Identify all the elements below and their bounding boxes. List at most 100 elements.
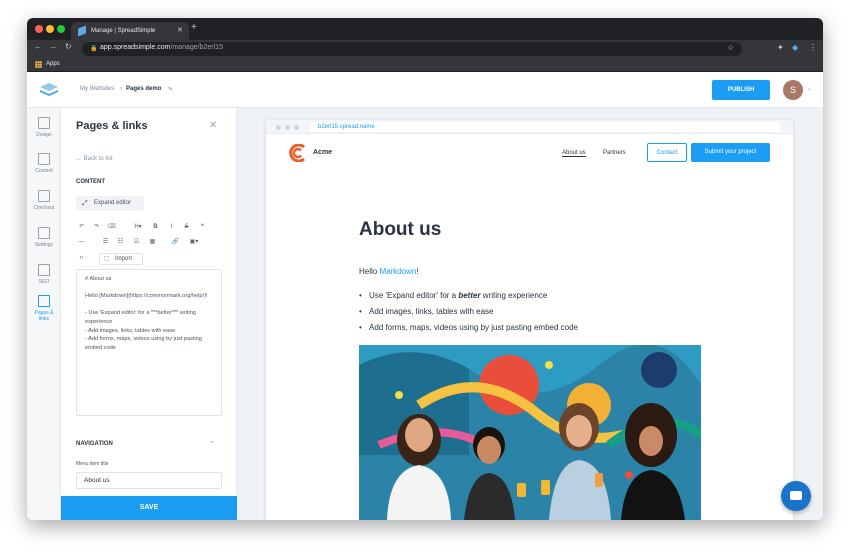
address-text: app.spreadsimple.com/manage/b2erl15 [100, 44, 223, 51]
apps-bookmark[interactable]: Apps [46, 61, 60, 67]
save-button[interactable]: SAVE [61, 496, 237, 520]
extensions-icon[interactable]: ✦ [777, 43, 784, 52]
bookmark-star-icon[interactable]: ☆ [727, 43, 734, 52]
team-photo [359, 345, 701, 520]
sidebar-item-checkout[interactable]: Checkout [27, 187, 61, 223]
new-tab-icon[interactable]: + [191, 22, 197, 33]
numbered-list-icon[interactable]: ☷ [115, 237, 126, 248]
preview-browser-bar: b2erl15.spread.name [266, 120, 793, 134]
italic-icon[interactable]: I [166, 222, 177, 233]
site-name: Acme [313, 149, 333, 156]
preview-url[interactable]: b2erl15.spread.name [310, 122, 780, 132]
sidebar-item-pages-links[interactable]: Pages & links [27, 292, 61, 336]
markdown-link[interactable]: Markdown [379, 267, 416, 276]
close-tab-icon[interactable]: ✕ [177, 22, 183, 40]
chat-widget-button[interactable] [781, 481, 811, 511]
submit-project-button[interactable]: Submit your project [691, 143, 770, 162]
heading-icon[interactable]: H▾ [131, 222, 145, 233]
expand-icon: ⤢ [82, 200, 88, 207]
browser-menu-icon[interactable]: ⋮ [809, 43, 817, 52]
publish-button[interactable]: PUBLISH [712, 80, 770, 100]
panel-title: Pages & links [76, 120, 148, 132]
url-path: /manage/b2erl15 [170, 44, 223, 51]
preview-dot [285, 125, 290, 130]
hello-prefix: Hello [359, 267, 380, 276]
image-icon[interactable]: ▣▾ [186, 237, 202, 248]
acme-logo-icon[interactable] [288, 144, 308, 162]
bullet-list-icon[interactable]: ☰ [100, 237, 111, 248]
back-arrow-icon[interactable]: ← [34, 42, 42, 51]
clear-format-icon[interactable]: ⌫ [106, 222, 117, 233]
bullet-1-emphasis: better [458, 291, 481, 300]
edit-pencil-icon[interactable]: ✎ [168, 86, 173, 93]
browser-tab[interactable]: Manage | SpreadSimple ✕ [71, 22, 189, 40]
seo-icon [38, 264, 50, 276]
forward-arrow-icon[interactable]: → [49, 42, 57, 51]
preview-area: b2erl15.spread.name Acme About us Partne… [237, 108, 823, 520]
link-icon[interactable]: 🔗 [170, 237, 181, 248]
nav-link-partners[interactable]: Partners [603, 150, 626, 156]
hr-icon[interactable]: — [76, 237, 87, 248]
contact-button[interactable]: Contact [647, 143, 687, 162]
reload-icon[interactable]: ↻ [65, 42, 72, 51]
markdown-editor[interactable]: # About us Hello [Markdown](https://comm… [76, 269, 222, 416]
back-to-list-label: Back to list [83, 156, 113, 162]
sidebar-item-settings[interactable]: Settings [27, 224, 61, 260]
pages-links-panel: Pages & links ✕ ← Back to list CONTENT ⤢… [61, 108, 237, 520]
checkout-icon [38, 190, 50, 202]
sidebar-item-design[interactable]: Design [27, 114, 61, 150]
chevron-down-icon[interactable]: ⌄ [807, 85, 812, 92]
redo-icon[interactable]: ↷ [91, 222, 102, 233]
chevron-up-icon[interactable]: ⌃ [209, 440, 215, 448]
minimize-window-button[interactable] [46, 25, 54, 33]
pages-icon [38, 295, 50, 307]
content-heading: CONTENT [76, 179, 105, 185]
breadcrumb-separator: › [120, 86, 122, 92]
address-bar[interactable]: 🔒 app.spreadsimple.com/manage/b2erl15 ☆ [82, 42, 742, 56]
undo-icon[interactable]: ↶ [76, 222, 87, 233]
page-heading: About us [359, 219, 442, 240]
close-icon[interactable]: ✕ [209, 120, 217, 131]
lock-icon: 🔒 [90, 46, 98, 52]
import-icon: ⬚ [104, 256, 110, 262]
avatar[interactable]: S [783, 80, 803, 100]
code-icon[interactable]: ‹› [76, 253, 87, 264]
close-window-button[interactable] [35, 25, 43, 33]
list-item: Use 'Expand editor' for a better writing… [359, 288, 719, 304]
sidebar-item-label: Design [36, 132, 52, 138]
sidebar-item-label: Settings [34, 242, 54, 248]
quote-icon[interactable]: ❝ [197, 222, 208, 233]
hello-suffix: ! [416, 267, 419, 276]
list-item: Add forms, maps, videos using by just pa… [359, 320, 719, 336]
design-icon [38, 117, 50, 129]
breadcrumb-my-websites[interactable]: My Websites [80, 86, 114, 92]
expand-editor-button[interactable]: ⤢ Expand editor [76, 196, 144, 211]
bold-icon[interactable]: B [150, 222, 161, 233]
browser-window: Manage | SpreadSimple ✕ + ← → ↻ 🔒 app.sp… [27, 18, 823, 520]
sidebar-item-label: Content [35, 168, 53, 174]
menu-item-title-input[interactable]: About us [76, 472, 222, 489]
sidebar-item-label: SEO [38, 279, 50, 285]
menu-item-title-label: Menu item title [76, 461, 109, 467]
chat-bubble-icon [790, 491, 802, 500]
list-item: Add images, links, tables with ease [359, 304, 719, 320]
apps-grid-icon[interactable] [35, 61, 42, 68]
nav-link-about-us[interactable]: About us [562, 150, 586, 157]
bullet-list: Use 'Expand editor' for a better writing… [359, 288, 719, 336]
navigation-heading: NAVIGATION [76, 441, 113, 447]
spreadsimple-logo-icon[interactable] [39, 82, 59, 98]
table-icon[interactable]: ▦ [147, 237, 158, 248]
app-header: My Websites › Pages demo ✎ PUBLISH S ⌄ [27, 72, 823, 108]
spreadsimple-extension-icon[interactable]: ◆ [792, 43, 798, 52]
preview-dot [276, 125, 281, 130]
tab-strip: Manage | SpreadSimple ✕ + [27, 18, 823, 40]
maximize-window-button[interactable] [57, 25, 65, 33]
sidebar-item-content[interactable]: Content [27, 150, 61, 186]
bullet-1-end: writing experience [480, 291, 548, 300]
expand-editor-label: Expand editor [94, 200, 132, 206]
checklist-icon[interactable]: ☑ [131, 237, 142, 248]
strikethrough-icon[interactable]: S [181, 222, 192, 233]
back-to-list-link[interactable]: ← Back to list [76, 156, 113, 162]
import-button[interactable]: ⬚ Import [99, 253, 143, 265]
preview-dot [294, 125, 299, 130]
